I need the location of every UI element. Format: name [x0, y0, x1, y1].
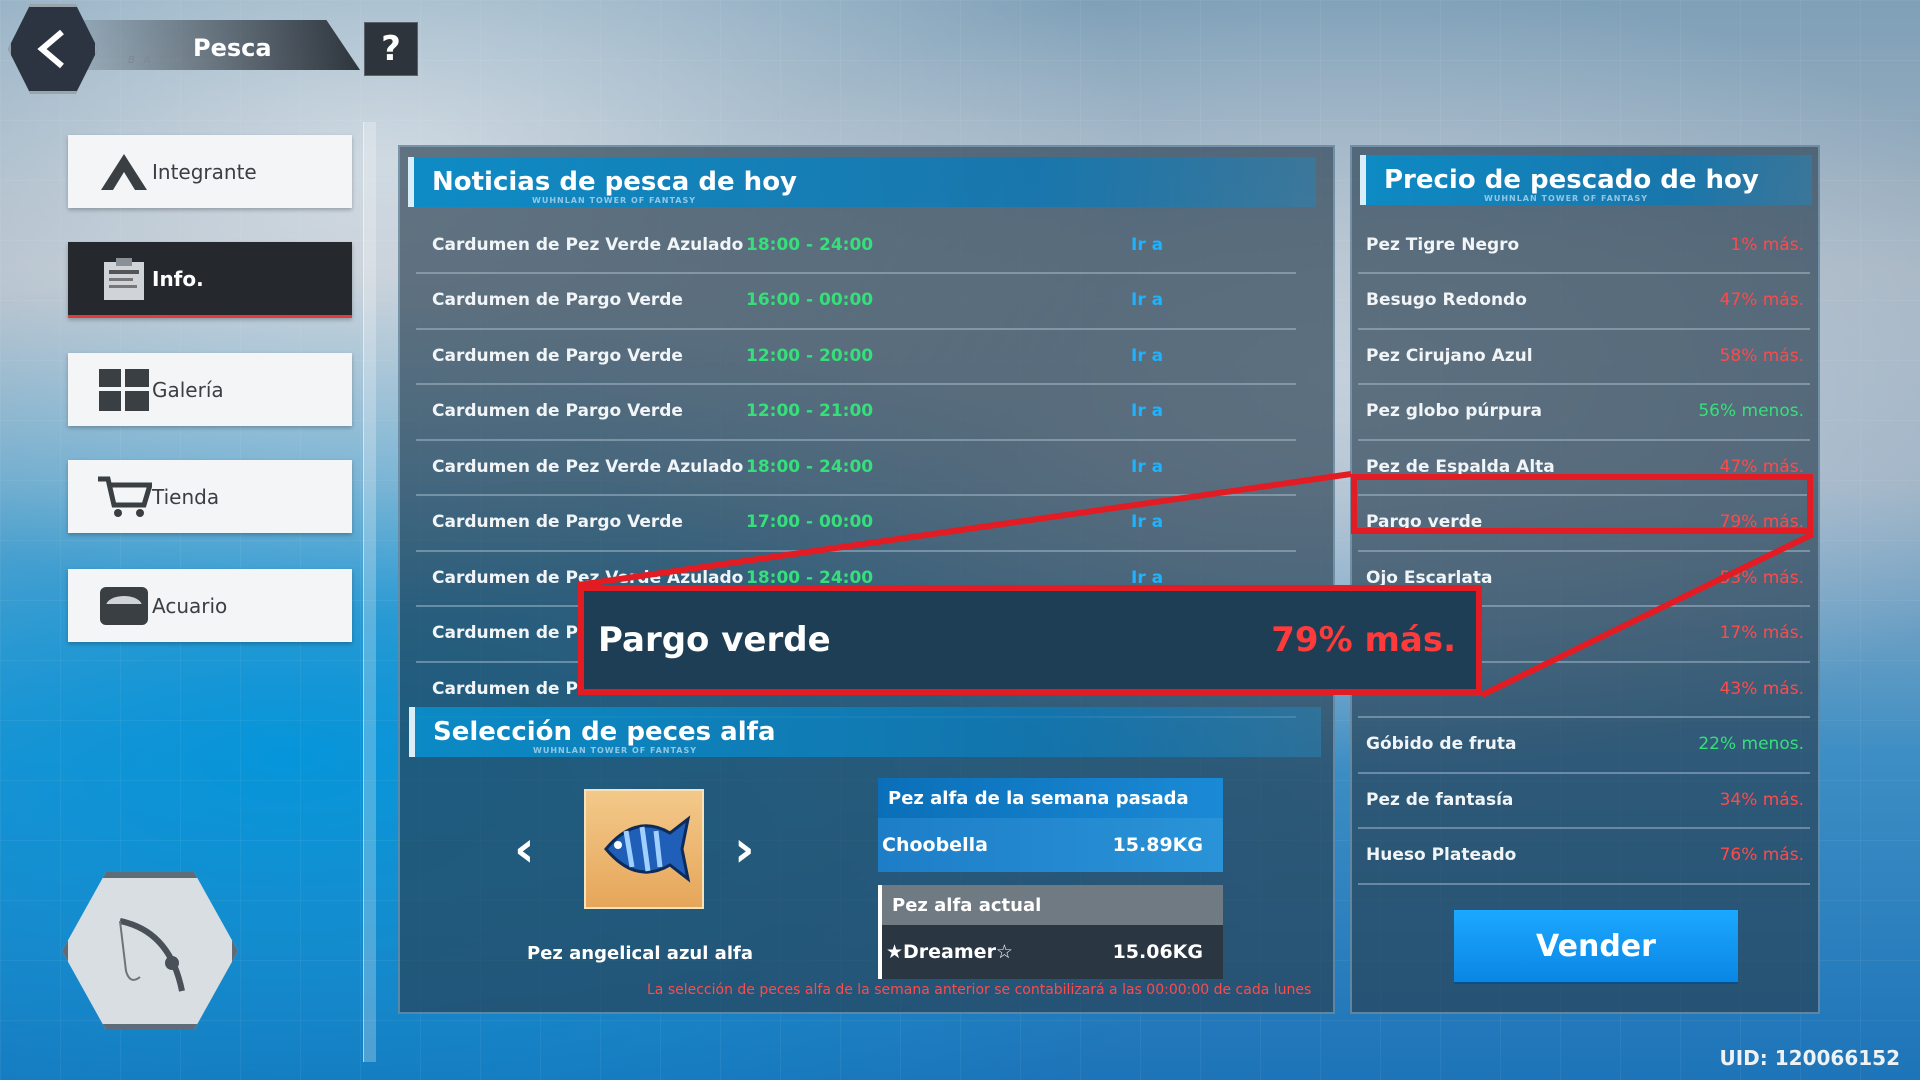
zoom-fish-name: Pargo verde — [598, 620, 831, 660]
uid-label: UID: 120066152 — [1719, 1046, 1901, 1070]
annotation-lines — [577, 471, 1815, 698]
highlight-box — [1351, 474, 1813, 534]
zoom-callout: Pargo verde 79% más. — [578, 585, 1482, 695]
zoom-fish-value: 79% más. — [1271, 620, 1456, 660]
